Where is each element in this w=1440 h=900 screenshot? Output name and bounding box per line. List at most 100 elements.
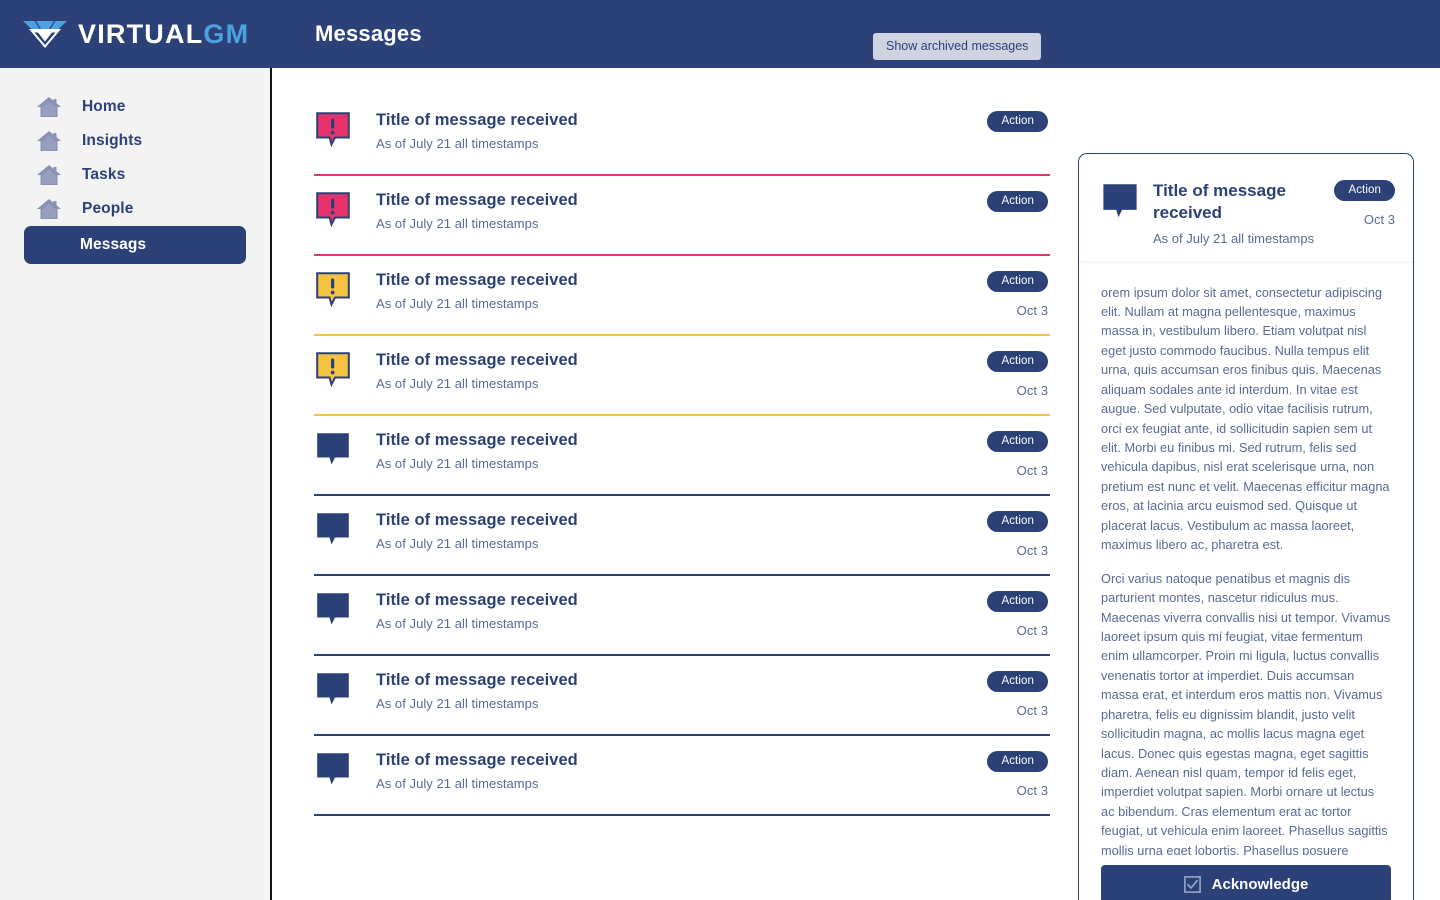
home-icon <box>37 131 61 151</box>
detail-header-actions: Action Oct 3 <box>1334 180 1395 227</box>
action-button[interactable]: Action <box>987 751 1048 772</box>
alert-speech-bubble-icon <box>316 192 350 228</box>
message-date: Oct 3 <box>1016 303 1048 318</box>
message-date: Oct 3 <box>1016 543 1048 558</box>
acknowledge-button[interactable]: Acknowledge <box>1101 865 1391 900</box>
sidebar-item-label: Messags <box>80 236 147 253</box>
sidebar-item-messages[interactable]: Messags <box>24 226 246 264</box>
sidebar-item-people[interactable]: People <box>0 192 270 226</box>
message-text-block: Title of message received As of July 21 … <box>376 350 938 391</box>
app-root: VIRTUALGM Messages Show archived message… <box>0 0 1440 900</box>
speech-bubble-icon <box>317 753 349 785</box>
brand-logo[interactable]: VIRTUALGM <box>0 0 272 68</box>
sidebar-item-label: People <box>82 200 134 217</box>
body-row: Home Insights Tasks People Messags Title… <box>0 68 1440 900</box>
detail-paragraph: orem ipsum dolor sit amet, consectetur a… <box>1101 284 1390 553</box>
message-text-block: Title of message received As of July 21 … <box>376 430 938 471</box>
message-text-block: Title of message received As of July 21 … <box>376 110 938 151</box>
message-date: Oct 3 <box>1016 783 1048 798</box>
message-list-item[interactable]: Title of message received As of July 21 … <box>314 256 1050 336</box>
message-subtitle: As of July 21 all timestamps <box>376 455 539 471</box>
message-title: Title of message received <box>376 111 578 129</box>
message-actions: Action Oct 3 <box>938 270 1048 318</box>
brand-word-virtual: VIRTUAL <box>78 18 204 49</box>
sidebar-item-insights[interactable]: Insights <box>0 124 270 158</box>
page-title: Messages <box>315 21 422 46</box>
message-title: Title of message received <box>376 671 578 689</box>
message-actions: Action Oct 3 <box>938 350 1048 398</box>
action-button[interactable]: Action <box>987 511 1048 532</box>
message-list-item[interactable]: Title of message received As of July 21 … <box>314 656 1050 736</box>
alert-speech-bubble-icon <box>316 272 350 308</box>
message-actions: Action Oct 3 <box>938 670 1048 718</box>
detail-header: Title of message received As of July 21 … <box>1079 154 1413 263</box>
message-text-block: Title of message received As of July 21 … <box>376 590 938 631</box>
message-detail-panel: Title of message received As of July 21 … <box>1078 153 1414 900</box>
action-button[interactable]: Action <box>987 591 1048 612</box>
show-archived-messages-button[interactable]: Show archived messages <box>873 33 1042 60</box>
action-button[interactable]: Action <box>987 271 1048 292</box>
brand-wordmark: VIRTUALGM <box>78 18 249 49</box>
sidebar-item-label: Insights <box>82 132 143 149</box>
message-date: Oct 3 <box>1016 623 1048 638</box>
detail-title: Title of message received <box>1153 181 1286 222</box>
speech-bubble-icon <box>1103 184 1137 218</box>
action-button[interactable]: Action <box>987 431 1048 452</box>
message-subtitle: As of July 21 all timestamps <box>376 375 539 391</box>
message-text-block: Title of message received As of July 21 … <box>376 750 938 791</box>
message-date: Oct 3 <box>1016 383 1048 398</box>
action-button[interactable]: Action <box>1334 180 1395 201</box>
alert-speech-bubble-icon <box>316 352 350 388</box>
acknowledge-label: Acknowledge <box>1211 875 1309 893</box>
message-date: Oct 3 <box>1016 703 1048 718</box>
message-title: Title of message received <box>376 591 578 609</box>
speech-bubble-icon <box>317 673 349 705</box>
virtualgm-wing-logo-icon <box>23 21 67 48</box>
message-list-item[interactable]: Title of message received As of July 21 … <box>314 736 1050 816</box>
home-icon <box>37 97 61 117</box>
detail-paragraph: Orci varius natoque penatibus et magnis … <box>1101 570 1391 855</box>
message-subtitle: As of July 21 all timestamps <box>376 775 539 791</box>
action-button[interactable]: Action <box>987 111 1048 132</box>
message-list-item[interactable]: Title of message received As of July 21 … <box>314 336 1050 416</box>
detail-footer: Acknowledge <box>1079 855 1413 900</box>
message-actions: Action Oct 3 <box>938 430 1048 478</box>
action-button[interactable]: Action <box>987 671 1048 692</box>
message-subtitle: As of July 21 all timestamps <box>376 535 539 551</box>
message-actions: Action Oct 3 <box>938 750 1048 798</box>
message-list-item[interactable]: Title of message received As of July 21 … <box>314 416 1050 496</box>
message-actions: Action Oct 3 <box>938 590 1048 638</box>
message-subtitle: As of July 21 all timestamps <box>376 215 539 231</box>
sidebar-item-tasks[interactable]: Tasks <box>0 158 270 192</box>
message-subtitle: As of July 21 all timestamps <box>376 615 539 631</box>
message-list-item[interactable]: Title of message received As of July 21 … <box>314 496 1050 576</box>
message-list-item[interactable]: Title of message received As of July 21 … <box>314 576 1050 656</box>
alert-speech-bubble-icon <box>316 112 350 148</box>
message-list: Title of message received As of July 21 … <box>314 96 1050 900</box>
message-text-block: Title of message received As of July 21 … <box>376 270 938 311</box>
message-list-item[interactable]: Title of message received As of July 21 … <box>314 176 1050 256</box>
top-bar: VIRTUALGM Messages Show archived message… <box>0 0 1440 68</box>
detail-body: orem ipsum dolor sit amet, consectetur a… <box>1079 263 1413 856</box>
action-button[interactable]: Action <box>987 191 1048 212</box>
message-title: Title of message received <box>376 431 578 449</box>
message-subtitle: As of July 21 all timestamps <box>376 695 539 711</box>
message-title: Title of message received <box>376 351 578 369</box>
sidebar: Home Insights Tasks People Messags <box>0 68 272 900</box>
message-actions: Action <box>938 110 1048 143</box>
sidebar-item-home[interactable]: Home <box>0 90 270 124</box>
message-text-block: Title of message received As of July 21 … <box>376 670 938 711</box>
detail-subtitle: As of July 21 all timestamps <box>1153 230 1315 246</box>
message-title: Title of message received <box>376 191 578 209</box>
message-title: Title of message received <box>376 751 578 769</box>
message-text-block: Title of message received As of July 21 … <box>376 190 938 231</box>
message-subtitle: As of July 21 all timestamps <box>376 135 539 151</box>
checkbox-check-icon <box>1183 875 1201 893</box>
speech-bubble-icon <box>317 593 349 625</box>
message-title: Title of message received <box>376 271 578 289</box>
message-date: Oct 3 <box>1016 463 1048 478</box>
message-actions: Action Oct 3 <box>938 510 1048 558</box>
message-list-item[interactable]: Title of message received As of July 21 … <box>314 96 1050 176</box>
action-button[interactable]: Action <box>987 351 1048 372</box>
detail-date: Oct 3 <box>1363 212 1395 227</box>
